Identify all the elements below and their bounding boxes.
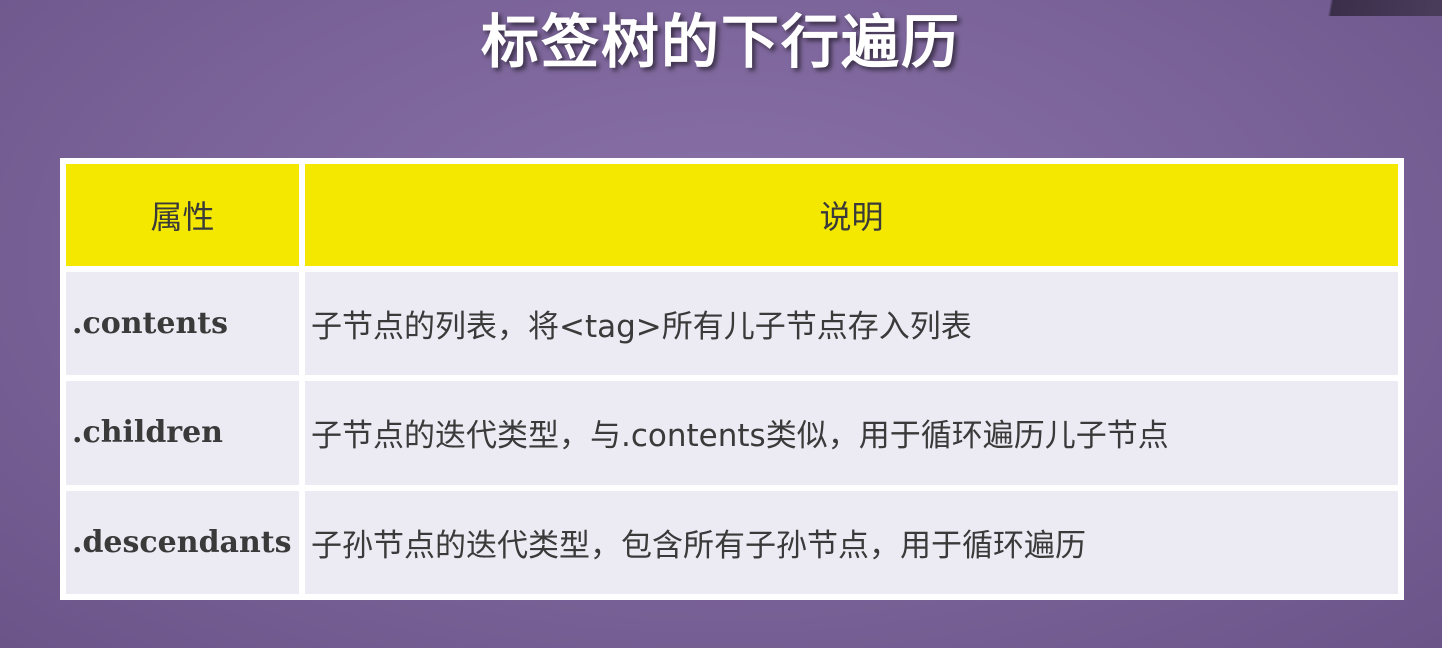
slide-title: 标签树的下行遍历 (480, 8, 961, 76)
header-description: 说明 (305, 164, 1398, 266)
header-attribute: 属性 (66, 164, 299, 266)
row-attribute-children: .children (66, 381, 299, 485)
row-attribute-descendants: .descendants (66, 490, 299, 594)
row-attribute-contents: .contents (66, 272, 299, 376)
table-row: .children 子节点的迭代类型，与.contents类似，用于循环遍历儿子… (66, 381, 1398, 485)
row-description-children: 子节点的迭代类型，与.contents类似，用于循环遍历儿子节点 (305, 381, 1398, 485)
table-header-row: 属性 说明 (66, 164, 1398, 266)
row-description-contents: 子节点的列表，将<tag>所有儿子节点存入列表 (305, 272, 1398, 376)
table-row: .contents 子节点的列表，将<tag>所有儿子节点存入列表 (66, 272, 1398, 376)
row-description-descendants: 子孙节点的迭代类型，包含所有子孙节点，用于循环遍历 (305, 490, 1398, 594)
table-row: .descendants 子孙节点的迭代类型，包含所有子孙节点，用于循环遍历 (66, 490, 1398, 594)
attribute-table-grid: 属性 说明 .contents 子节点的列表，将<tag>所有儿子节点存入列表 … (60, 158, 1404, 600)
attribute-table: 属性 说明 .contents 子节点的列表，将<tag>所有儿子节点存入列表 … (60, 158, 1404, 600)
